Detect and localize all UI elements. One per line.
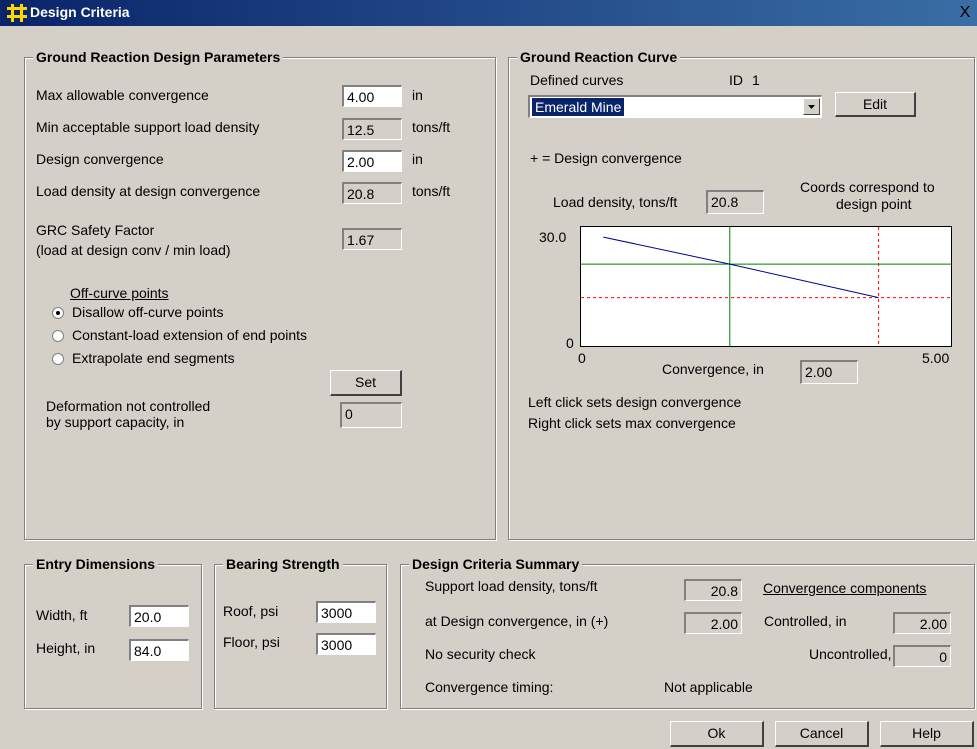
set-button[interactable]: Set [330, 370, 402, 396]
offcurve-title: Off-curve points [70, 285, 169, 301]
floor-label: Floor, psi [223, 634, 280, 650]
curve-id-value: 1 [752, 72, 760, 88]
max-conv-label: Max allowable convergence [36, 87, 209, 103]
curve-select-value: Emerald Mine [532, 98, 625, 116]
floor-input[interactable]: 3000 [316, 633, 376, 655]
load-density-label: Load density, tons/ft [553, 194, 678, 210]
min-load-unit: tons/ft [412, 119, 451, 135]
help-button[interactable]: Help [880, 721, 974, 747]
ok-label: Ok [707, 725, 726, 741]
window-title: Design Criteria [30, 4, 130, 20]
min-load-field: 12.5 [342, 118, 402, 140]
controlled-label: Controlled, in [764, 613, 847, 629]
edit-button[interactable]: Edit [835, 92, 916, 117]
cancel-button[interactable]: Cancel [775, 721, 869, 747]
deform-label-2: by support capacity, in [46, 414, 185, 430]
plot-area-wrapper[interactable] [580, 226, 952, 347]
design-conv-unit: in [412, 151, 423, 167]
entry-title: Entry Dimensions [33, 556, 159, 572]
uncontrolled-label: Uncontrolled, in [809, 646, 907, 662]
height-input[interactable]: 84.0 [129, 639, 189, 661]
x-tick-right: 5.00 [922, 350, 950, 366]
timing-label: Convergence timing: [425, 679, 554, 695]
security-text: No security check [425, 646, 536, 662]
uncontrolled-field: 0 [893, 645, 951, 667]
ground-reaction-curve-line [603, 236, 879, 299]
at-conv-label: at Design convergence, in (+) [425, 613, 609, 629]
radio-extrapolate[interactable] [52, 353, 64, 365]
deform-label-1: Deformation not controlled [46, 398, 211, 414]
height-label: Height, in [36, 640, 96, 656]
curve-select[interactable]: Emerald Mine [528, 95, 822, 118]
controlled-field: 2.00 [893, 612, 951, 634]
defined-curves-label: Defined curves [530, 72, 624, 88]
coords-note-2: design point [836, 196, 912, 212]
chevron-down-icon[interactable] [803, 98, 820, 115]
summary-title: Design Criteria Summary [409, 556, 583, 572]
coords-note-1: Coords correspond to [800, 179, 935, 195]
roof-label: Roof, psi [223, 603, 279, 619]
safety-factor-label-2: (load at design conv / min load) [36, 242, 231, 258]
grdp-title: Ground Reaction Design Parameters [33, 49, 284, 65]
max-conv-input[interactable]: 4.00 [342, 85, 402, 107]
width-label: Width, ft [36, 607, 88, 623]
cancel-label: Cancel [799, 725, 844, 741]
safety-factor-label-1: GRC Safety Factor [36, 222, 155, 238]
bearing-title: Bearing Strength [223, 556, 343, 572]
safety-factor-field: 1.67 [342, 228, 402, 250]
load-at-conv-label: Load density at design convergence [36, 183, 261, 199]
timing-value: Not applicable [664, 679, 753, 695]
min-load-label: Min acceptable support load density [36, 119, 260, 135]
design-conv-input[interactable]: 2.00 [342, 150, 402, 172]
entry-group [24, 564, 202, 709]
hint-right: Right click sets max convergence [528, 415, 736, 431]
ok-button[interactable]: Ok [670, 721, 764, 747]
load-at-conv-unit: tons/ft [412, 183, 451, 199]
components-title: Convergence components [763, 580, 927, 596]
app-icon [7, 4, 27, 22]
support-field: 20.8 [684, 579, 742, 601]
max-conv-unit: in [412, 87, 423, 103]
close-icon[interactable]: X [955, 3, 975, 23]
radio-disallow-label[interactable]: Disallow off-curve points [72, 304, 223, 320]
roof-input[interactable]: 3000 [316, 601, 376, 623]
width-input[interactable]: 20.0 [129, 605, 189, 627]
convergence-label: Convergence, in [662, 361, 764, 377]
radio-extrapolate-label[interactable]: Extrapolate end segments [72, 350, 235, 366]
grc-title: Ground Reaction Curve [517, 49, 681, 65]
radio-constant-load-label[interactable]: Constant-load extension of end points [72, 327, 307, 343]
y-tick-top: 30.0 [539, 229, 567, 245]
design-conv-label: Design convergence [36, 151, 164, 167]
radio-disallow[interactable] [52, 307, 64, 319]
y-tick-bottom: 0 [566, 335, 574, 351]
load-at-conv-field: 20.8 [342, 182, 402, 204]
at-conv-field: 2.00 [684, 612, 742, 634]
hint-left: Left click sets design convergence [528, 394, 742, 410]
title-bar [0, 0, 977, 26]
x-tick-left: 0 [578, 350, 586, 366]
grc-plot[interactable] [580, 226, 952, 347]
convergence-field: 2.00 [800, 360, 858, 384]
deform-field: 0 [340, 402, 402, 428]
radio-constant-load[interactable] [52, 330, 64, 342]
load-density-field: 20.8 [706, 190, 764, 214]
curve-id-label: ID [729, 72, 743, 88]
support-label: Support load density, tons/ft [425, 578, 598, 594]
help-label: Help [912, 725, 941, 741]
legend-note: + = Design convergence [530, 150, 682, 166]
